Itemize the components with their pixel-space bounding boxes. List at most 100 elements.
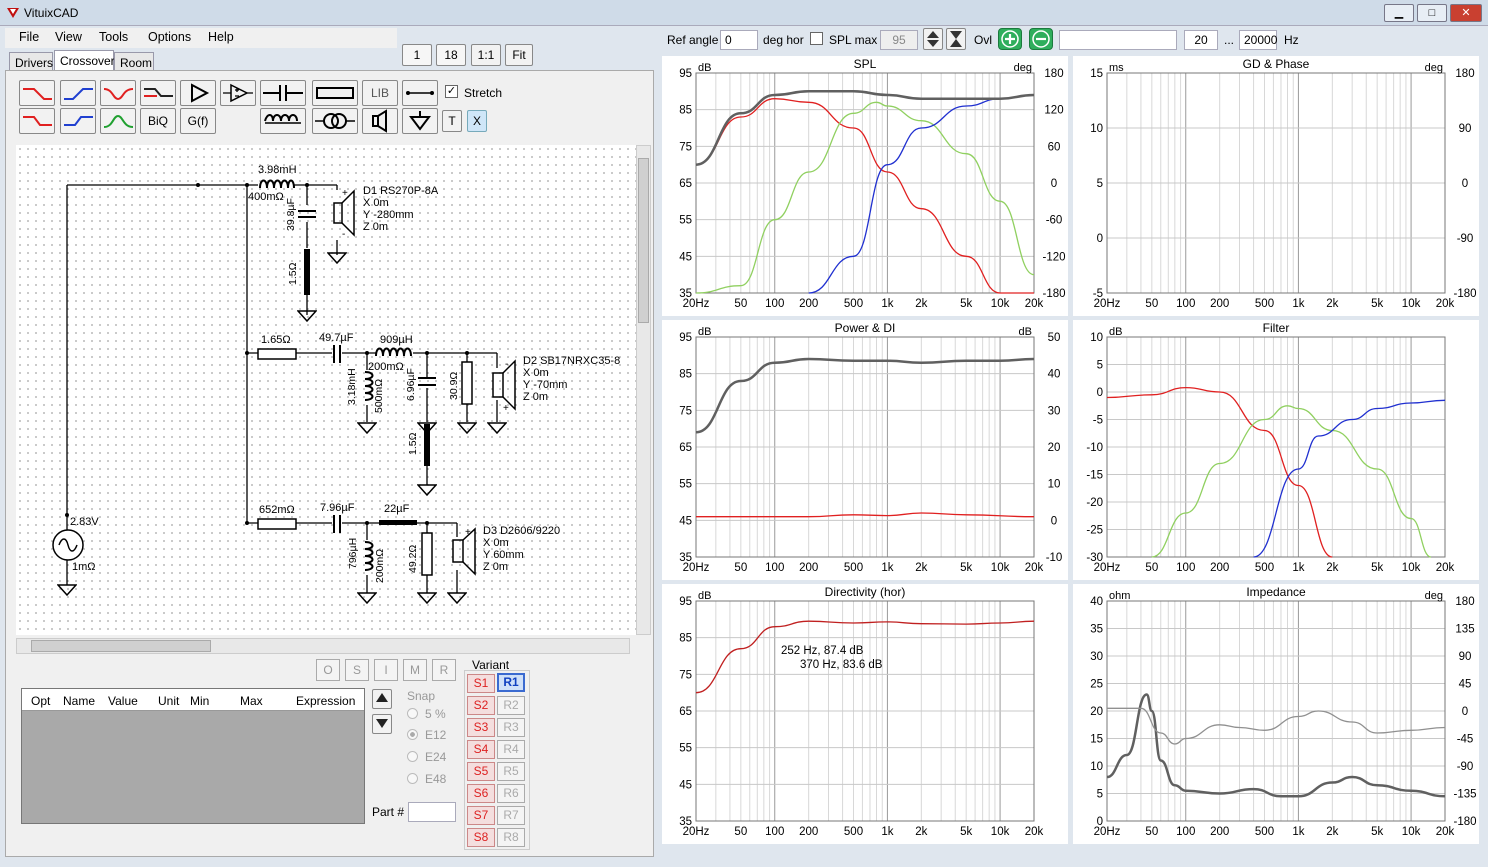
menu-options[interactable]: Options — [148, 30, 191, 44]
variant-r3[interactable]: R3 — [497, 718, 525, 737]
ground-button[interactable] — [402, 108, 438, 134]
lowpass-1st-button[interactable] — [19, 80, 55, 106]
chart-directivity[interactable]: 95 85 75 65 55 45 35 20Hz 50 100 200 500 1k 2k 5k 10k 20… — [662, 584, 1068, 844]
col-min[interactable]: Min — [190, 694, 209, 708]
r3-value[interactable]: 30.9Ω — [448, 372, 460, 400]
move-up-button[interactable] — [372, 689, 392, 709]
variant-r4[interactable]: R4 — [497, 740, 525, 759]
r5-value[interactable]: 652mΩ — [259, 504, 295, 516]
menu-file[interactable]: File — [19, 30, 39, 44]
r4-value[interactable]: 1.5Ω — [407, 433, 419, 455]
l2-value[interactable]: 909µH — [380, 334, 413, 346]
notch-button[interactable] — [100, 80, 136, 106]
capacitor-button[interactable] — [260, 80, 306, 106]
buffer-button[interactable] — [180, 80, 216, 106]
driver-button[interactable] — [362, 108, 398, 134]
variant-r7[interactable]: R7 — [497, 806, 525, 825]
text-button[interactable]: T — [442, 110, 462, 132]
r2-value[interactable]: 1.65Ω — [261, 334, 291, 346]
chart-gd-phase[interactable]: 15 10 5 0 -5 180 90 0 -90 -180 20Hz 50 100 200 500 1k 2k… — [1073, 56, 1479, 316]
variant-r5[interactable]: R5 — [497, 762, 525, 781]
transformer-button[interactable] — [312, 108, 358, 134]
remove-overlay-button[interactable] — [1029, 28, 1053, 50]
snap-e24-radio[interactable] — [407, 751, 418, 762]
add-overlay-button[interactable] — [998, 28, 1022, 50]
menu-tools[interactable]: Tools — [99, 30, 128, 44]
minimize-button[interactable]: ▁ — [1384, 4, 1414, 22]
variant-r8[interactable]: R8 — [497, 828, 525, 847]
r6-value[interactable]: 49.2Ω — [407, 545, 419, 573]
chart-power-di[interactable]: 95 85 75 65 55 45 35 50 40 30 20 10 0 -10 20Hz 50 100 200… — [662, 320, 1068, 580]
tab-crossover[interactable]: Crossover — [54, 50, 115, 72]
opt-i-button[interactable]: I — [374, 659, 398, 681]
l3-resistance[interactable]: 500mΩ — [373, 379, 385, 413]
c2-value[interactable]: 49.7µF — [319, 332, 353, 344]
inductor-l1-icon[interactable] — [258, 178, 296, 192]
variant-r2[interactable]: R2 — [497, 696, 525, 715]
resistor-button[interactable] — [312, 80, 358, 106]
filter-plot[interactable]: 1050-5-10-15-20-25-3020Hz 50 100 200 500 1k 2k… — [1073, 320, 1479, 580]
lowpass-2nd-button[interactable] — [19, 108, 55, 134]
tab-drivers[interactable]: Drivers — [9, 52, 53, 71]
snap-e48-radio[interactable] — [407, 773, 418, 784]
zoom-18-button[interactable]: 18 — [436, 44, 466, 66]
l1-resistance[interactable]: 400mΩ — [248, 191, 284, 203]
r1-value[interactable]: 1.5Ω — [287, 263, 299, 285]
move-down-button[interactable] — [372, 714, 392, 734]
resistor-r3-icon[interactable] — [461, 361, 473, 405]
c4-value[interactable]: 7.96µF — [320, 502, 354, 514]
variant-s6[interactable]: S6 — [467, 784, 495, 803]
part-input[interactable] — [408, 802, 456, 822]
wire-button[interactable] — [402, 80, 438, 106]
l2-resistance[interactable]: 200mΩ — [368, 361, 404, 373]
biquad-button[interactable]: BiQ — [140, 108, 176, 134]
capacitor-c2-icon[interactable] — [330, 344, 344, 364]
highpass-2nd-button[interactable] — [60, 108, 96, 134]
l4-resistance[interactable]: 200mΩ — [374, 549, 386, 583]
opt-o-button[interactable]: O — [316, 659, 340, 681]
variant-s3[interactable]: S3 — [467, 718, 495, 737]
freq-to-input[interactable]: 20000 — [1239, 30, 1277, 50]
capacitor-c5-icon[interactable] — [378, 519, 418, 527]
impedance-plot[interactable]: 40 35 30 25 20 15 10 50 180 135 90 45 0 -45 -90 -135 -18… — [1073, 584, 1479, 844]
spl-plot[interactable]: 95857565554535180120600-60-120-18020Hz 50… — [662, 56, 1068, 316]
resistor-r4-icon[interactable] — [423, 423, 431, 467]
speaker-d2-icon[interactable]: -+ — [491, 357, 521, 413]
col-opt[interactable]: Opt — [31, 694, 50, 708]
chart-filter[interactable]: 10 5 0 -5 -10 -15 -20 -25 -30 20Hz 50 100 200 500 1k 2k… — [1073, 320, 1479, 580]
inductor-l2-icon[interactable] — [374, 346, 414, 360]
c5-value[interactable]: 22µF — [384, 503, 409, 515]
resistor-r6-icon[interactable] — [421, 532, 433, 576]
variant-s2[interactable]: S2 — [467, 696, 495, 715]
variant-s1[interactable]: S1 — [467, 674, 495, 693]
capacitor-c3-icon[interactable] — [417, 375, 437, 389]
col-value[interactable]: Value — [108, 694, 138, 708]
chart-impedance[interactable]: 40 35 30 25 20 15 10 5 0 180 135 90 45 0 -45 -90 -135 -18… — [1073, 584, 1479, 844]
close-button[interactable]: ✕ — [1450, 4, 1482, 22]
d3-name[interactable]: D3 D2606/9220 — [483, 525, 560, 537]
col-name[interactable]: Name — [63, 694, 95, 708]
source-icon[interactable] — [51, 528, 85, 562]
l1-value[interactable]: 3.98mH — [258, 164, 297, 176]
d1-name[interactable]: D1 RS270P-8A — [363, 185, 438, 197]
spl-max-input[interactable]: 95 — [880, 30, 918, 50]
spl-max-checkbox[interactable] — [810, 32, 823, 45]
d2-name[interactable]: D2 SB17NRXC35-8 — [523, 355, 620, 367]
schematic-vertical-scrollbar[interactable] — [636, 145, 651, 635]
resistor-r1-icon[interactable] — [303, 248, 311, 296]
resistor-r2-icon[interactable] — [257, 348, 297, 360]
inductor-l4-icon[interactable] — [361, 540, 375, 576]
inductor-button[interactable] — [260, 108, 306, 134]
spl-fit-button[interactable] — [946, 28, 966, 50]
schematic-horizontal-scrollbar[interactable] — [16, 638, 630, 654]
col-unit[interactable]: Unit — [158, 694, 179, 708]
opamp-button[interactable] — [220, 80, 256, 106]
c3-value[interactable]: 6.96µF — [405, 368, 417, 401]
l4-value[interactable]: 796µH — [347, 538, 359, 569]
opt-m-button[interactable]: M — [403, 659, 427, 681]
transfer-function-button[interactable]: G(f) — [180, 108, 216, 134]
snap-5-radio[interactable] — [407, 708, 418, 719]
scroll-thumb[interactable] — [31, 640, 211, 652]
variant-s8[interactable]: S8 — [467, 828, 495, 847]
source-resistance[interactable]: 1mΩ — [72, 561, 96, 573]
